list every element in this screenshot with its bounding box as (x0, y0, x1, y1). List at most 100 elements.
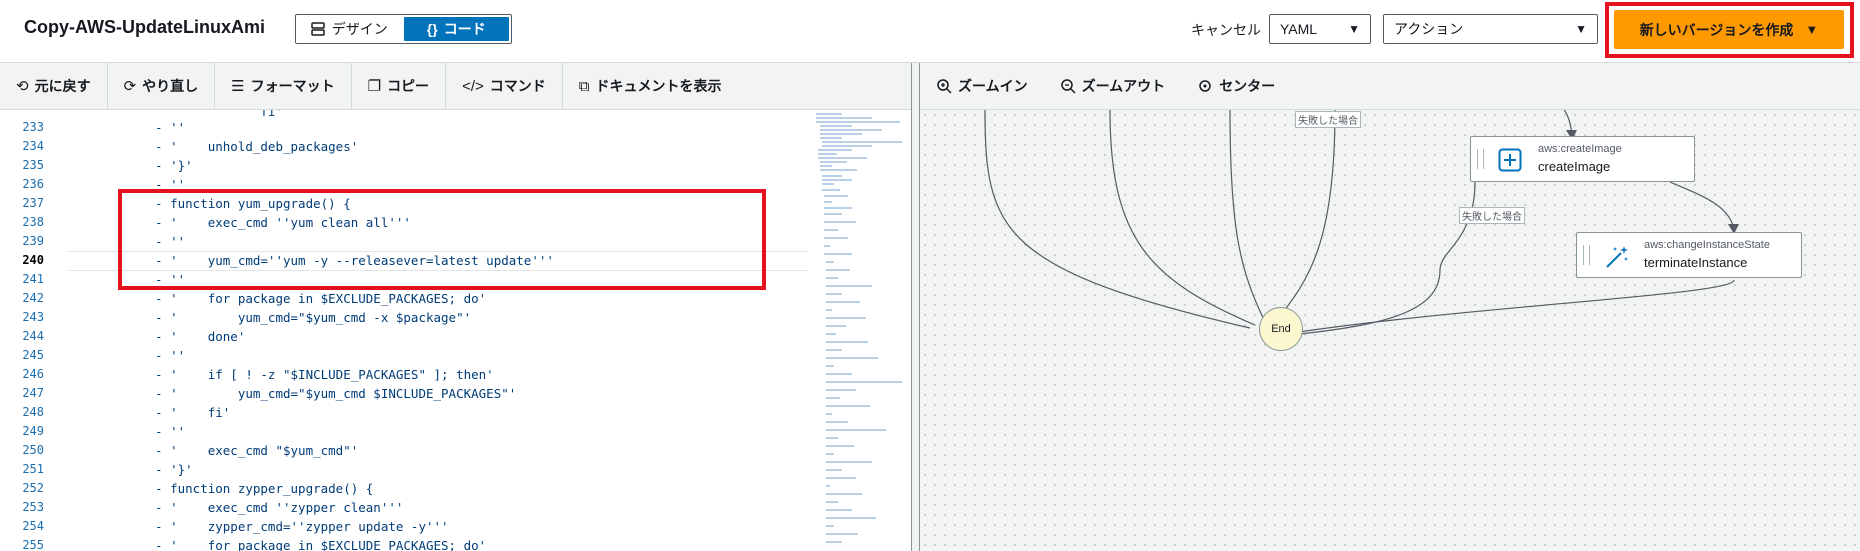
line-number: 237 (22, 196, 44, 210)
redo-label: やり直し (142, 78, 199, 94)
copy-label: コピー (387, 78, 430, 94)
edge (1289, 181, 1476, 336)
code-line: - '' (140, 120, 186, 135)
line-number: 245 (22, 348, 44, 362)
actions-select[interactable]: アクション ▼ (1383, 14, 1598, 44)
line-number: 246 (22, 367, 44, 381)
code-line: - '}' (140, 158, 193, 173)
design-mode-button[interactable]: デザイン (296, 15, 402, 43)
code-line: - '}' (140, 462, 193, 477)
line-number: 236 (22, 177, 44, 191)
edge (1669, 181, 1735, 231)
format-button[interactable]: ☰ フォーマット (215, 63, 352, 109)
edge (1229, 110, 1266, 323)
copy-button[interactable]: ❐ コピー (352, 63, 447, 109)
code-line: - ' for package in $EXCLUDE_PACKAGES; do… (140, 538, 487, 551)
code-line: - ' for package in $EXCLUDE_PACKAGES; do… (140, 291, 487, 306)
step-node-terminate-instance[interactable]: aws:changeInstanceState terminateInstanc… (1576, 232, 1802, 278)
highlight-box (1605, 2, 1854, 58)
actions-select-value: アクション (1394, 21, 1464, 37)
command-button[interactable]: </> コマンド (446, 63, 563, 109)
line-number: 242 (22, 291, 44, 305)
zoom-out-icon (1060, 79, 1076, 94)
center-button[interactable]: センター (1181, 63, 1291, 109)
code-line: - ' unhold_deb_packages' (140, 139, 359, 154)
copy-icon: ❐ (367, 78, 382, 95)
format-select[interactable]: YAML ▼ (1269, 14, 1371, 44)
end-node[interactable]: End (1259, 307, 1303, 351)
line-number: 252 (22, 481, 44, 495)
cancel-button[interactable]: キャンセル (1191, 20, 1261, 40)
highlight-box (118, 189, 766, 290)
code-line: - ' yum_cmd="$yum_cmd -x $package"' (140, 310, 472, 325)
line-number: 253 (22, 500, 44, 514)
zoom-in-label: ズームイン (958, 78, 1028, 94)
code-icon: </> (462, 77, 484, 95)
drag-handle-icon[interactable] (1583, 245, 1590, 265)
line-number: 241 (22, 272, 44, 286)
show-document-button[interactable]: ⧉ ドキュメントを表示 (563, 63, 738, 109)
indent-icon: ☰ (231, 78, 245, 95)
split-resizer[interactable] (911, 63, 920, 551)
node-name: terminateInstance (1644, 255, 1748, 270)
code-line: - ' exec_cmd "$yum_cmd"' (140, 443, 359, 458)
code-line: - '' (140, 348, 186, 363)
layout-icon (311, 22, 325, 36)
line-number: 234 (22, 139, 44, 153)
format-label: フォーマット (250, 78, 335, 94)
plus-square-icon (1498, 148, 1522, 172)
edge (984, 110, 1251, 329)
flow-edges (984, 110, 1739, 337)
line-number: 249 (22, 424, 44, 438)
zoom-out-button[interactable]: ズームアウト (1044, 63, 1182, 109)
magic-wand-icon (1606, 246, 1628, 268)
line-number: 251 (22, 462, 44, 476)
edge (1563, 110, 1573, 137)
line-number: 233 (22, 120, 44, 134)
edge-label-on-failure: 失敗した場合 (1459, 207, 1525, 224)
external-link-icon: ⧉ (578, 77, 590, 95)
line-number: 255 (22, 538, 44, 551)
code-line: - ' zypper_cmd=''zypper update -y''' (140, 519, 449, 534)
code-minimap[interactable] (812, 110, 908, 551)
code-line: - ' if [ ! -z "$INCLUDE_PACKAGES" ]; the… (140, 367, 494, 382)
edge-label-on-failure: 失敗した場合 (1295, 111, 1361, 128)
edge (1109, 110, 1256, 326)
line-number: 239 (22, 234, 44, 248)
caret-down-icon: ▼ (1348, 22, 1360, 36)
code-editor[interactable]: 233 234 235 236 237 238 239 240 241 242 … (0, 110, 910, 551)
line-number: 250 (22, 443, 44, 457)
zoom-in-button[interactable]: ズームイン (920, 63, 1044, 109)
drag-handle-icon[interactable] (1477, 149, 1484, 169)
line-number-gutter: 233 234 235 236 237 238 239 240 241 242 … (0, 110, 50, 551)
line-number: 244 (22, 329, 44, 343)
edge (1274, 110, 1336, 323)
line-number: 243 (22, 310, 44, 324)
top-bar: Copy-AWS-UpdateLinuxAmi デザイン {} コード キャンセ… (0, 0, 1860, 63)
command-label: コマンド (489, 78, 546, 94)
node-type: aws:createImage (1538, 143, 1622, 155)
code-line: - ' exec_cmd ''zypper clean''' (140, 500, 404, 515)
line-number: 238 (22, 215, 44, 229)
line-number: 254 (22, 519, 44, 533)
line-number: 235 (22, 158, 44, 172)
redo-button[interactable]: ⟳ やり直し (108, 63, 216, 109)
mode-toggle: デザイン {} コード (295, 14, 512, 44)
undo-icon: ⟲ (16, 78, 29, 95)
canvas-toolbar: ズームイン ズームアウト センター (920, 63, 1860, 110)
caret-down-icon: ▼ (1575, 22, 1587, 36)
line-number-current: 240 (22, 253, 44, 267)
code-line: - function zypper_upgrade() { (140, 481, 374, 496)
undo-button[interactable]: ⟲ 元に戻す (0, 63, 108, 109)
design-mode-label: デザイン (331, 21, 388, 37)
code-mode-button[interactable]: {} コード (403, 17, 509, 41)
flow-canvas[interactable]: 失敗した場合 失敗した場合 aws:createImage createImag… (920, 110, 1860, 551)
line-number: 247 (22, 386, 44, 400)
step-node-create-image[interactable]: aws:createImage createImage (1470, 136, 1695, 182)
zoom-in-icon (937, 79, 952, 94)
node-type: aws:changeInstanceState (1644, 239, 1770, 251)
code-mode-label: コード (443, 21, 486, 37)
code-line: - ' fi' (140, 405, 231, 420)
line-number: 248 (22, 405, 44, 419)
end-node-label: End (1271, 323, 1291, 335)
